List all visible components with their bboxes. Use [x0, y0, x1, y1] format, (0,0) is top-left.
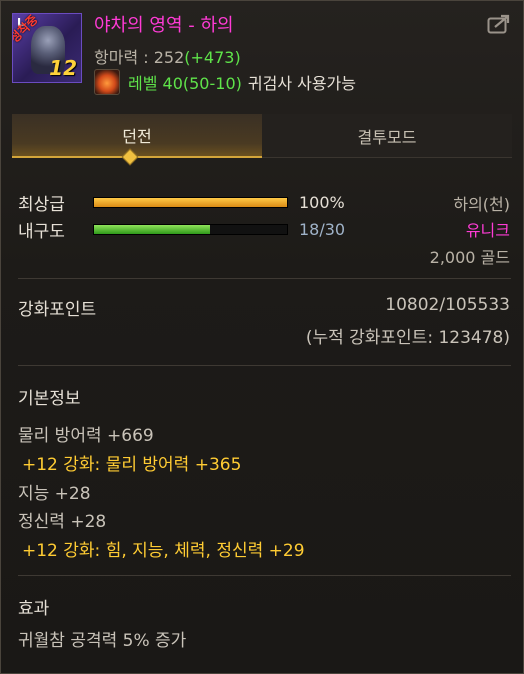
attack-label: 항마력 : [94, 48, 154, 67]
basic-info-line: 물리 방어력 +669 [18, 426, 154, 446]
effect-title: 효과 [18, 599, 50, 619]
item-rarity: 유니크 [465, 221, 510, 240]
grade-label: 최상급 [18, 195, 65, 215]
effect-line: 귀월참 공격력 5% 증가 [18, 631, 187, 651]
tab-pvp[interactable]: 결투모드 [262, 114, 512, 158]
grade-value: 100% [299, 193, 345, 212]
item-name: 야차의 영역 - 하의 [94, 15, 234, 36]
divider [18, 365, 511, 366]
durability-label: 내구도 [18, 222, 65, 242]
enhance-title: 강화포인트 [18, 300, 97, 320]
divider [18, 575, 511, 576]
enhance-points: 10802/105533 [385, 295, 510, 315]
divider [18, 278, 511, 279]
grade-bar-fill [94, 198, 287, 207]
attack-bonus: (+473) [184, 48, 241, 67]
grade-row: 최상급 100% [18, 189, 511, 216]
tab-dungeon[interactable]: 던전 [12, 114, 262, 158]
basic-info-line: +12 강화: 물리 방어력 +365 [22, 455, 242, 475]
enhance-level: 12 [49, 56, 77, 80]
grade-bar [93, 197, 288, 208]
mode-tabs: 던전 결투모드 [12, 114, 512, 158]
basic-info-line: 지능 +28 [18, 484, 91, 504]
basic-info-line: +12 강화: 힘, 지능, 체력, 정신력 +29 [22, 541, 305, 561]
basic-info-line: 정신력 +28 [18, 512, 107, 532]
durability-value: 18/30 [299, 220, 346, 239]
attack-line: 항마력 : 252(+473) [94, 44, 241, 68]
required-class: 귀검사 사용가능 [247, 74, 357, 93]
item-slot: 하의(천) [453, 195, 510, 214]
item-tooltip: L 정착중 12 야차의 영역 - 하의 항마력 : 252(+473) 레벨 … [0, 0, 524, 674]
durability-bar [93, 224, 288, 235]
item-price: 2,000 골드 [429, 248, 510, 267]
share-icon[interactable] [487, 13, 513, 35]
item-icon[interactable]: L 정착중 12 [12, 13, 82, 83]
attack-base: 252 [153, 48, 185, 67]
flame-class-icon [94, 69, 120, 95]
item-header: L 정착중 12 야차의 영역 - 하의 항마력 : 252(+473) 레벨 … [1, 1, 523, 101]
basic-info-title: 기본정보 [18, 389, 81, 409]
requirement-line: 레벨 40(50-10) 귀검사 사용가능 [94, 69, 356, 95]
durability-bar-fill [94, 225, 210, 234]
durability-row: 내구도 18/30 [18, 216, 511, 243]
stats-block: 최상급 100% 내구도 18/30 [18, 189, 511, 243]
required-level: 레벨 40(50-10) [128, 74, 242, 93]
enhance-cumulative: (누적 강화포인트: 123478) [305, 328, 510, 348]
